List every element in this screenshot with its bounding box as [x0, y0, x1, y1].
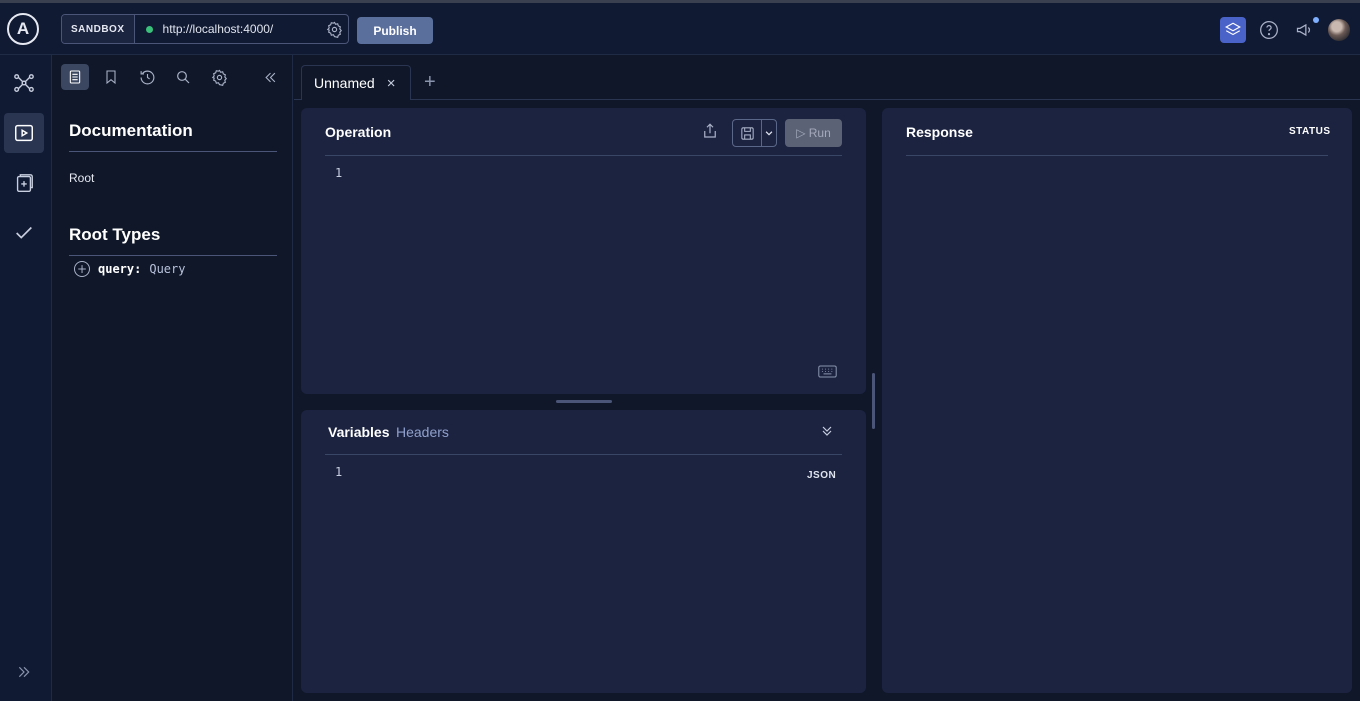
collapse-variables-button[interactable]	[819, 423, 835, 444]
status-label: STATUS	[1289, 126, 1331, 137]
schema-icon	[16, 174, 33, 192]
breadcrumb[interactable]: Root	[69, 171, 94, 185]
top-bar: A SANDBOX http://localhost:4000/ Publish	[0, 3, 1360, 55]
save-options-button[interactable]	[762, 120, 776, 146]
operation-tabs: Unnamed × +	[294, 55, 1360, 100]
collections-tab-button[interactable]	[97, 64, 125, 90]
history-tab-button[interactable]	[133, 64, 161, 90]
field-type-link[interactable]: Query	[149, 262, 185, 276]
search-icon	[177, 71, 190, 84]
top-right-actions	[1220, 17, 1350, 43]
left-nav-rail	[0, 55, 52, 701]
rail-item-schema[interactable]	[4, 163, 44, 203]
app-window: A SANDBOX http://localhost:4000/ Publish	[0, 0, 1360, 701]
root-field-query[interactable]: + query: Query	[74, 261, 185, 277]
keyboard-shortcuts-button[interactable]	[818, 365, 837, 383]
connection-status-dot	[145, 25, 153, 33]
megaphone-icon	[1296, 23, 1311, 37]
vertical-resize-handle[interactable]	[872, 373, 875, 429]
help-icon	[1260, 21, 1278, 39]
operation-editor[interactable]	[325, 160, 842, 360]
collapse-panel-button[interactable]	[256, 64, 284, 90]
documentation-panel: Documentation Root Root Types + query: Q…	[53, 55, 293, 701]
save-disk-icon	[740, 126, 754, 140]
explorer-play-icon	[15, 124, 33, 142]
graph-icon	[14, 74, 34, 92]
share-button[interactable]	[701, 122, 719, 145]
layers-icon	[1225, 22, 1241, 36]
chevron-down-icon	[765, 131, 773, 136]
share-icon	[704, 123, 716, 138]
response-title: Response	[906, 124, 973, 140]
close-icon[interactable]: ×	[387, 75, 396, 92]
docs-tab-button[interactable]	[61, 64, 89, 90]
tab-variables[interactable]: Variables	[328, 424, 390, 440]
gear-icon	[326, 21, 342, 38]
settings-tab-button[interactable]	[205, 64, 233, 90]
field-name: query:	[98, 262, 142, 276]
bookmark-icon	[106, 70, 116, 85]
rail-item-checks[interactable]	[4, 213, 44, 253]
checks-icon	[16, 226, 32, 239]
notification-dot	[1313, 17, 1319, 23]
divider	[906, 155, 1328, 156]
search-tab-button[interactable]	[169, 64, 197, 90]
divider	[325, 155, 842, 156]
gear-icon	[211, 69, 227, 86]
divider	[69, 255, 277, 256]
endpoint-settings-button[interactable]	[320, 21, 348, 38]
sandbox-label: SANDBOX	[62, 15, 135, 43]
docs-toolbar	[53, 55, 293, 99]
document-icon	[69, 70, 81, 84]
rail-item-schema-graph[interactable]	[4, 63, 44, 103]
docs-title: Documentation	[69, 121, 193, 140]
add-tab-button[interactable]: +	[424, 71, 436, 94]
avatar[interactable]	[1328, 19, 1350, 41]
operation-title: Operation	[325, 124, 392, 140]
save-button[interactable]	[733, 120, 763, 146]
response-panel: Response STATUS	[882, 108, 1352, 693]
double-chevron-down-icon	[822, 426, 832, 436]
variables-panel: Variables Headers 1 JSON	[301, 410, 866, 693]
operation-panel: Operation ▷ Run 1	[301, 108, 866, 394]
announcements-button[interactable]	[1292, 17, 1319, 43]
keyboard-icon	[818, 365, 837, 378]
divider	[325, 454, 842, 455]
publish-button[interactable]: Publish	[357, 17, 433, 44]
save-split-button[interactable]	[732, 119, 777, 147]
expand-chevrons-icon	[18, 666, 30, 678]
variables-editor[interactable]	[325, 460, 805, 680]
root-types-heading: Root Types	[69, 225, 161, 244]
add-field-icon[interactable]: +	[74, 261, 90, 277]
horizontal-resize-handle[interactable]	[556, 400, 612, 403]
endpoint-selector[interactable]: SANDBOX http://localhost:4000/	[61, 14, 349, 44]
endpoint-url-input[interactable]: http://localhost:4000/	[163, 22, 320, 36]
rail-expand-button[interactable]	[4, 652, 44, 692]
rail-item-explorer[interactable]	[4, 113, 44, 153]
tab-unnamed[interactable]: Unnamed ×	[301, 65, 411, 100]
json-format-label: JSON	[807, 470, 837, 481]
divider	[69, 151, 277, 152]
help-button[interactable]	[1256, 17, 1282, 43]
run-button[interactable]: ▷ Run	[785, 119, 842, 147]
apollo-logo-icon[interactable]: A	[7, 13, 39, 45]
history-icon	[140, 70, 154, 84]
collapse-chevrons-icon	[264, 72, 275, 82]
tab-label: Unnamed	[314, 75, 375, 91]
embed-button[interactable]	[1220, 17, 1246, 43]
tab-headers[interactable]: Headers	[396, 424, 449, 440]
